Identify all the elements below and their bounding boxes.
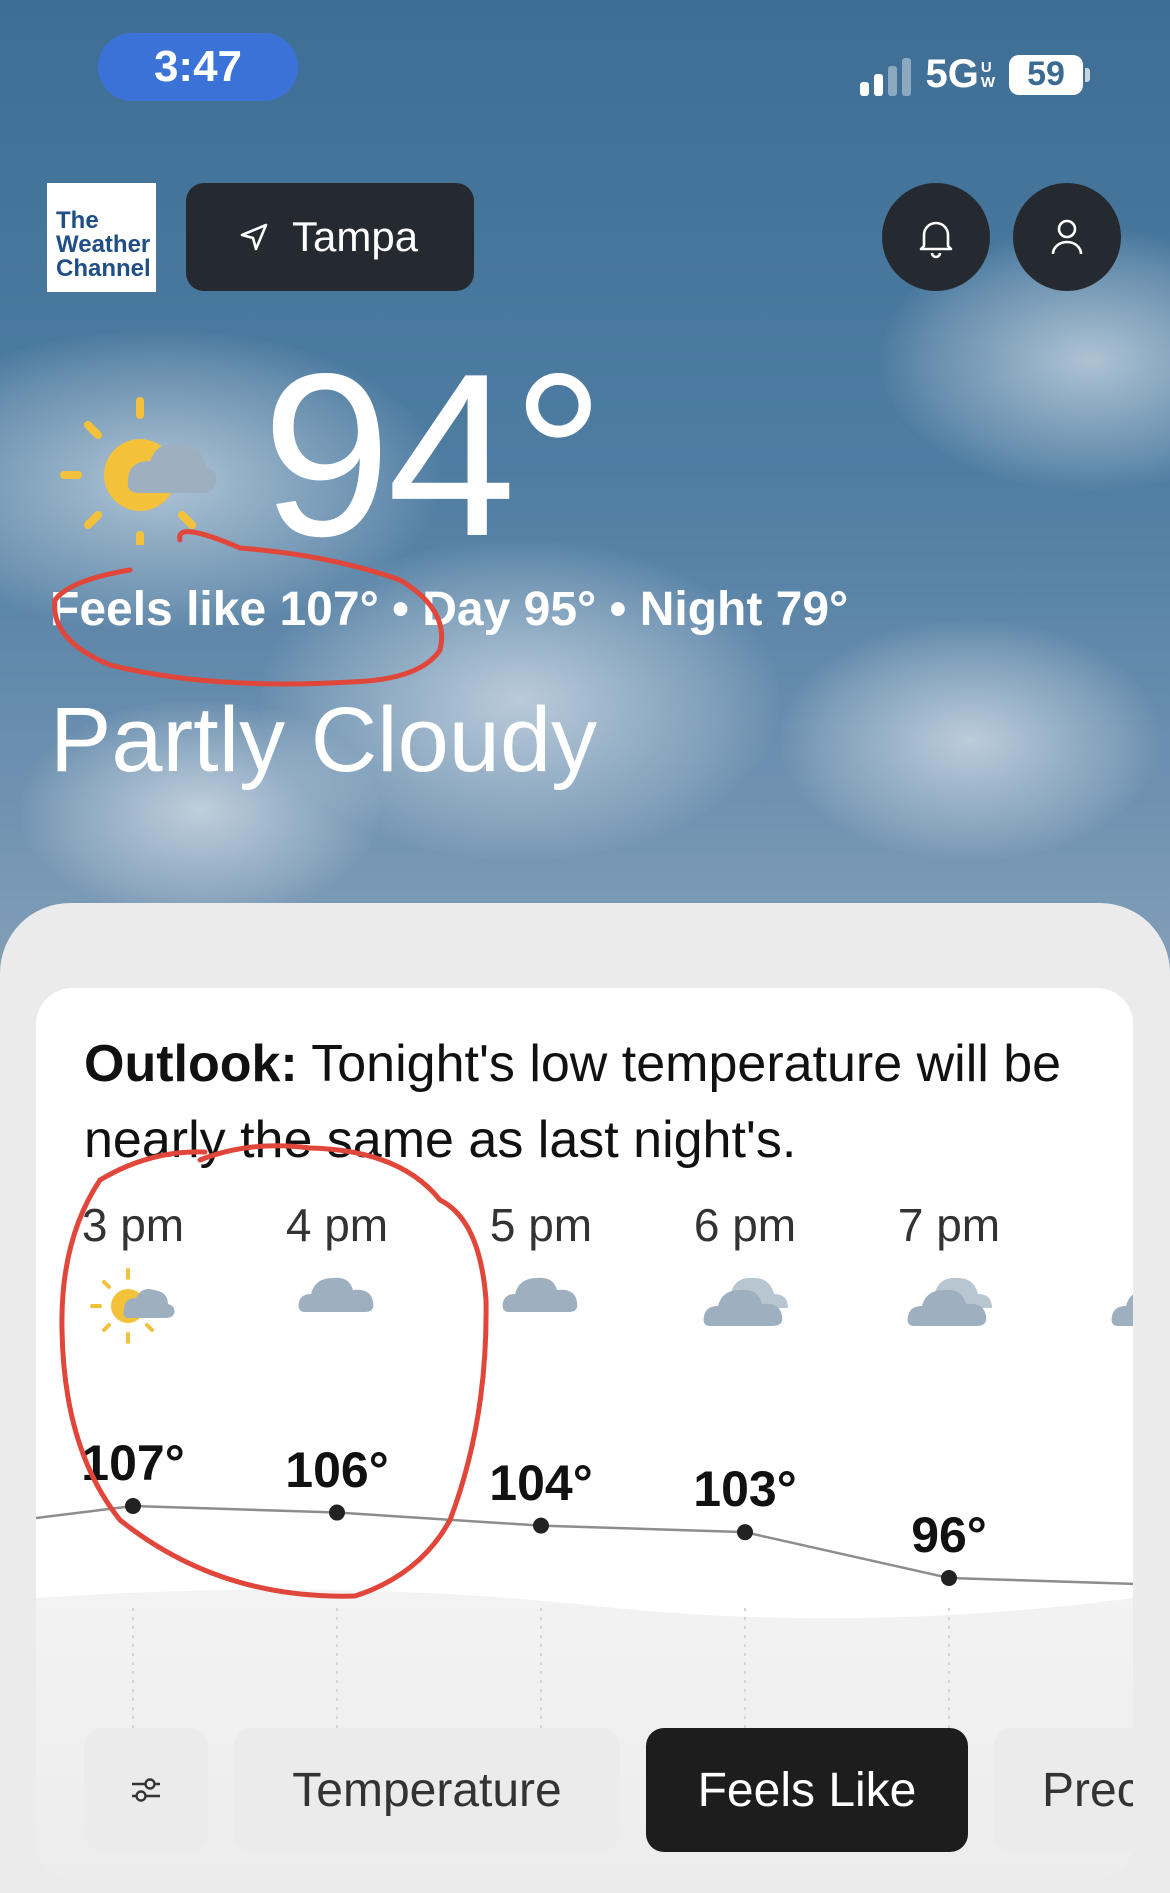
hour-temperature: 103° — [693, 1461, 797, 1518]
hour-label: 5 pm — [489, 1199, 593, 1251]
hour-temperature: 104° — [489, 1454, 593, 1511]
status-time: 3:47 — [98, 33, 298, 101]
temperature-details: Feels like 107° • Day 95° • Night 79° — [50, 583, 849, 636]
network-indicator: 5G UW — [925, 52, 995, 96]
battery-icon: 59 — [1009, 54, 1090, 95]
hour-column: 4 pm — [235, 1198, 439, 1356]
battery-level: 59 — [1009, 54, 1083, 95]
chart-settings-button[interactable] — [84, 1728, 208, 1852]
partly-cloudy-sun-icon — [36, 1266, 235, 1356]
feels-like-point — [737, 1524, 753, 1541]
mostly-cloudy-icon — [1051, 1266, 1133, 1356]
hour-label: 8 — [1051, 1198, 1133, 1252]
user-icon — [1051, 219, 1083, 255]
hour-column: 5 pm — [439, 1198, 643, 1356]
feels-like-point — [533, 1517, 549, 1534]
status-indicators: 5G UW 59 — [860, 52, 1090, 97]
sliders-icon — [132, 1778, 160, 1802]
tab-feels-like[interactable]: Feels Like — [646, 1728, 968, 1852]
bell-icon — [919, 221, 953, 259]
hour-label: 6 pm — [693, 1199, 797, 1251]
location-button[interactable]: Tampa — [186, 183, 474, 291]
cloud-icon — [439, 1266, 643, 1356]
hour-label: 4 pm — [285, 1199, 389, 1251]
hour-label: 3 pm — [81, 1199, 185, 1251]
hour-label: 7 pm — [897, 1199, 1001, 1251]
current-condition: Partly Cloudy — [50, 689, 598, 791]
hourly-card: Outlook: Tonight's low temperature will … — [36, 988, 1133, 1878]
hour-temperature: 106° — [285, 1441, 389, 1498]
feels-like-point — [941, 1570, 957, 1586]
notifications-button[interactable] — [882, 183, 990, 291]
profile-button[interactable] — [1013, 183, 1121, 291]
hour-column: 8 — [1051, 1198, 1133, 1356]
mostly-cloudy-icon — [847, 1266, 1051, 1356]
hour-column: 6 pm — [643, 1198, 847, 1356]
location-arrow-icon — [240, 223, 268, 251]
hour-temperature: 96° — [911, 1507, 987, 1563]
partly-cloudy-sun-icon — [60, 397, 217, 545]
feels-like-point — [125, 1498, 141, 1514]
current-temperature: 94° — [262, 326, 605, 585]
signal-icon — [860, 54, 912, 96]
mostly-cloudy-icon — [643, 1266, 847, 1356]
hour-temperature: 107° — [81, 1435, 185, 1491]
hour-temperature: 9 — [1051, 1513, 1133, 1571]
tab-precipitation[interactable]: Prec — [994, 1728, 1133, 1852]
hour-column: 7 pm — [847, 1198, 1051, 1356]
weather-channel-logo[interactable]: The Weather Channel — [47, 183, 156, 292]
hour-column: 3 pm — [36, 1198, 235, 1356]
cloud-icon — [235, 1266, 439, 1356]
location-name: Tampa — [292, 213, 419, 260]
tab-temperature[interactable]: Temperature — [234, 1728, 620, 1852]
feels-like-point — [329, 1504, 345, 1521]
